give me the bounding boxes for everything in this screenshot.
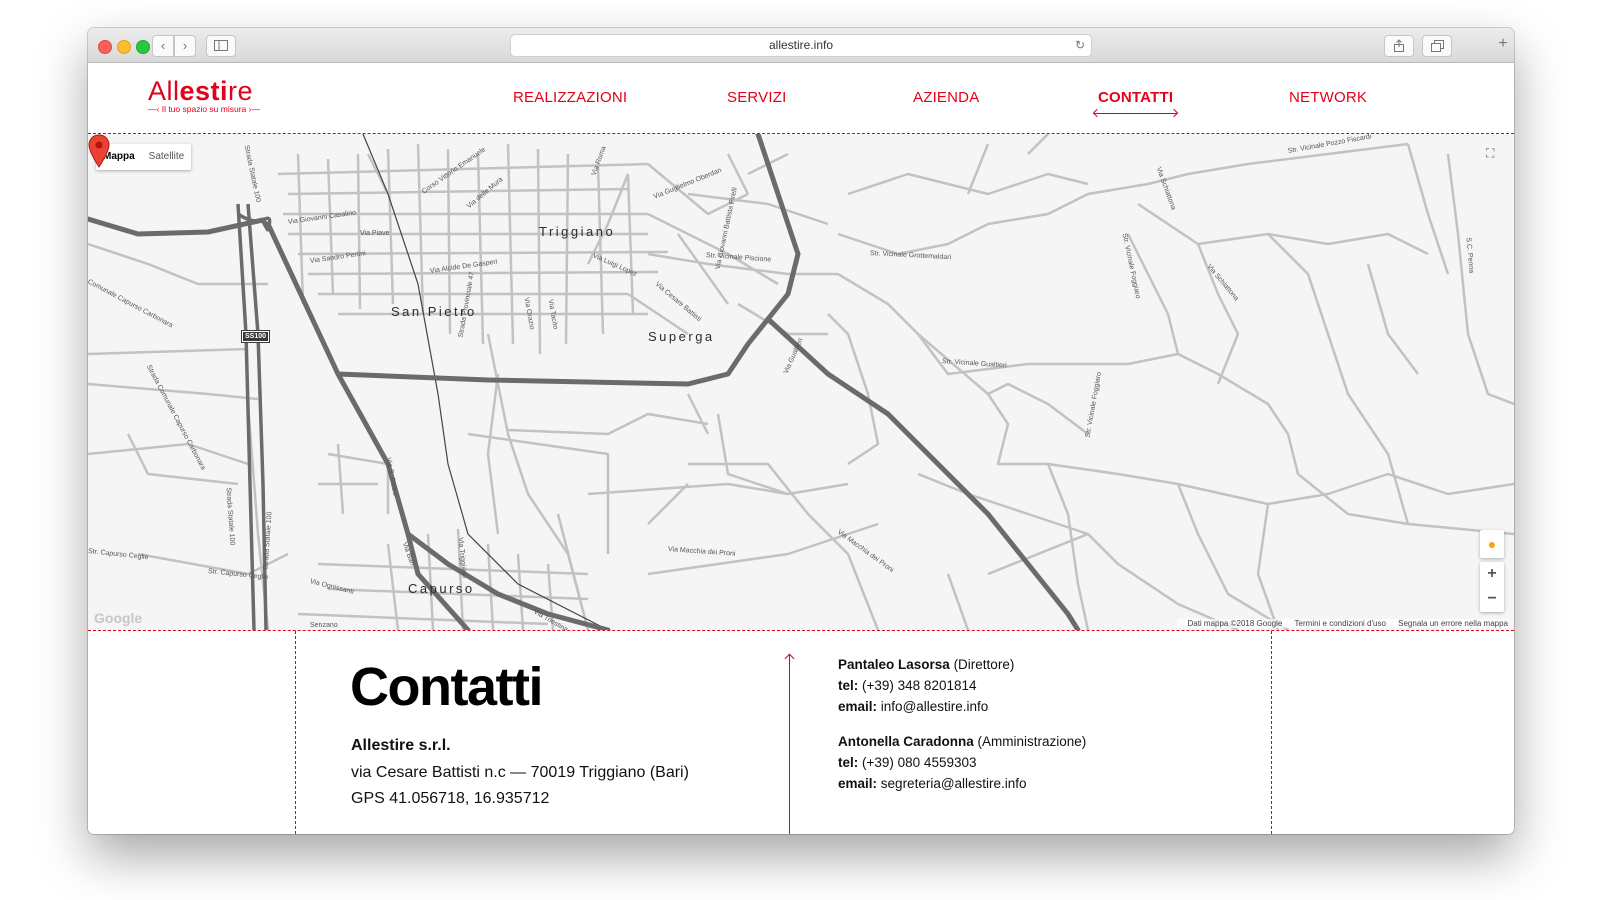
- map-type-control: Mappa Satellite: [96, 144, 192, 170]
- place-label-triggiano: Triggiano: [539, 224, 616, 239]
- share-button[interactable]: [1384, 35, 1414, 57]
- sidebar-icon: [214, 40, 228, 51]
- zoom-out-button[interactable]: −: [1480, 587, 1504, 612]
- person-name: Antonella Caradonna: [838, 734, 974, 749]
- url-text: allestire.info: [768, 38, 834, 52]
- contact-person-2: Antonella Caradonna (Amministrazione) te…: [838, 731, 1086, 794]
- browser-window: ‹ › allestire.info ↻ + Allestire —‹ Il t…: [88, 28, 1514, 834]
- left-guide-line: [295, 631, 296, 834]
- company-address: via Cesare Battisti n.c — 70019 Triggian…: [351, 764, 689, 781]
- road-label: Via Piave: [360, 230, 390, 237]
- active-nav-indicator: [1094, 113, 1178, 114]
- email-label: email:: [838, 699, 878, 714]
- nav-contatti-label: CONTATTI: [1098, 89, 1174, 106]
- map-type-satellite-button[interactable]: Satellite: [142, 144, 192, 170]
- arrow-up-icon: [784, 653, 795, 664]
- phone-link[interactable]: (+39) 348 8201814: [862, 678, 976, 693]
- email-link[interactable]: info@allestire.info: [881, 699, 989, 714]
- map-roads: [88, 134, 1514, 630]
- google-logo: Google: [94, 610, 143, 626]
- tabs-icon: [1430, 40, 1444, 52]
- logo-tagline: —‹ Il tuo spazio su misura ›—: [148, 104, 260, 114]
- company-name: Allestire s.r.l.: [351, 737, 451, 754]
- zoom-in-button[interactable]: +: [1480, 562, 1504, 587]
- contact-section: Contatti Allestire s.r.l. via Cesare Bat…: [88, 631, 1514, 834]
- street-view-pegman-icon[interactable]: ●: [1480, 530, 1504, 558]
- contact-person-1: Pantaleo Lasorsa (Direttore) tel: (+39) …: [838, 654, 1014, 717]
- address-bar[interactable]: allestire.info ↻: [510, 34, 1092, 57]
- plus-icon: +: [1498, 35, 1508, 52]
- email-link[interactable]: segreteria@allestire.info: [881, 776, 1027, 791]
- email-label: email:: [838, 776, 878, 791]
- new-tab-button[interactable]: +: [1492, 35, 1514, 61]
- logo-wordmark: Allestire: [148, 76, 254, 106]
- nav-realizzazioni[interactable]: REALIZZAZIONI: [513, 89, 627, 106]
- google-map[interactable]: Mappa Satellite ⛶ Triggiano San Pietro S…: [88, 134, 1514, 630]
- report-error-link[interactable]: Segnala un errore nella mappa: [1398, 619, 1508, 628]
- person-name: Pantaleo Lasorsa: [838, 657, 950, 672]
- sidebar-button[interactable]: [206, 35, 236, 57]
- forward-button[interactable]: ›: [174, 35, 196, 57]
- browser-toolbar: ‹ › allestire.info ↻ +: [88, 28, 1514, 63]
- zoom-window-button[interactable]: [136, 40, 150, 54]
- place-label-capurso: Capurso: [408, 581, 475, 596]
- person-role: (Direttore): [953, 657, 1015, 672]
- contact-title: Contatti: [350, 657, 543, 717]
- site-header: Allestire —‹ Il tuo spazio su misura ›— …: [88, 63, 1514, 133]
- nav-network[interactable]: NETWORK: [1289, 89, 1367, 106]
- phone-link[interactable]: (+39) 080 4559303: [862, 755, 976, 770]
- terms-link[interactable]: Termini e condizioni d'uso: [1295, 619, 1386, 628]
- zoom-control: + −: [1480, 562, 1504, 612]
- decorative-arrow-line: [789, 655, 790, 834]
- minimize-window-button[interactable]: [117, 40, 131, 54]
- company-gps: GPS 41.056718, 16.935712: [351, 790, 550, 807]
- nav-contatti[interactable]: CONTATTI: [1094, 89, 1178, 114]
- back-button[interactable]: ‹: [152, 35, 174, 57]
- chevron-right-icon: ›: [182, 38, 188, 53]
- right-guide-line: [1271, 631, 1272, 834]
- location-pin-icon[interactable]: [88, 134, 110, 168]
- map-attribution: Dati mappa ©2018 Google Termini e condiz…: [1177, 619, 1508, 628]
- road-label: Senzano: [310, 622, 338, 629]
- tel-label: tel:: [838, 678, 859, 693]
- place-label-superga: Superga: [648, 329, 715, 344]
- tel-label: tel:: [838, 755, 859, 770]
- fullscreen-icon[interactable]: ⛶: [1486, 146, 1500, 160]
- map-data-credit: Dati mappa ©2018 Google: [1187, 619, 1283, 628]
- site-logo[interactable]: Allestire —‹ Il tuo spazio su misura ›—: [148, 77, 260, 114]
- chevron-left-icon: ‹: [160, 38, 166, 53]
- close-window-button[interactable]: [98, 40, 112, 54]
- ss100-shield: SS100: [240, 330, 271, 343]
- nav-servizi[interactable]: SERVIZI: [727, 89, 786, 106]
- reload-icon[interactable]: ↻: [1075, 35, 1085, 56]
- nav-azienda[interactable]: AZIENDA: [913, 89, 979, 106]
- tabs-overview-button[interactable]: [1422, 35, 1452, 57]
- person-role: (Amministrazione): [977, 734, 1087, 749]
- share-icon: [1394, 39, 1404, 52]
